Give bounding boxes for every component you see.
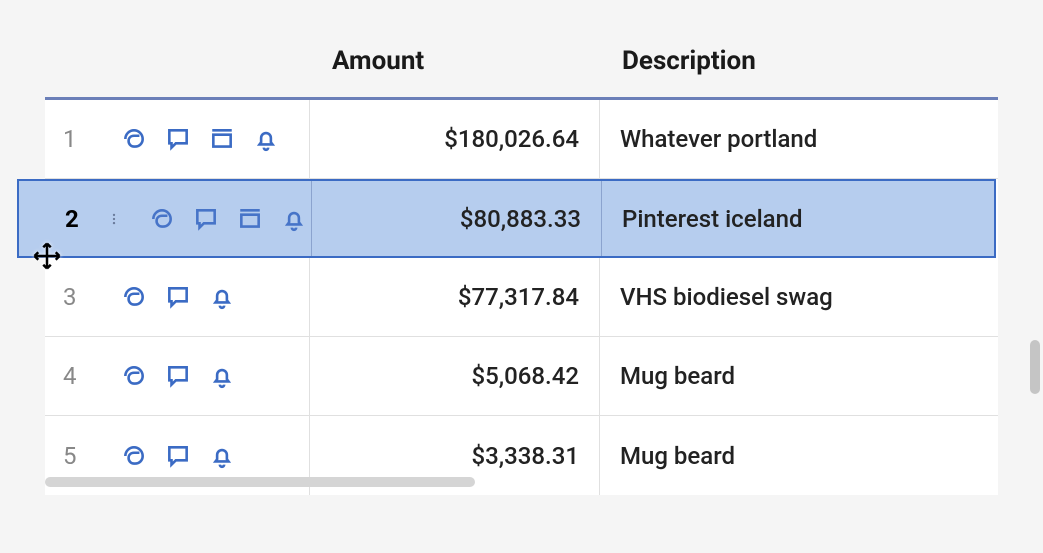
horizontal-scrollbar[interactable] [45,477,475,487]
comment-icon[interactable] [165,443,191,469]
comment-icon[interactable] [165,126,191,152]
bell-icon[interactable] [253,126,279,152]
table-body: 1 $180,026.64Whatever portland 2 $80,883.33… [45,100,998,495]
table-row[interactable]: 1 $180,026.64Whatever portland [45,100,998,179]
description-cell[interactable]: Whatever portland [600,100,998,178]
row-number: 2 [65,205,95,233]
attach-icon[interactable] [121,126,147,152]
row-handle[interactable]: 3 [45,258,310,336]
description-cell[interactable]: Mug beard [600,337,998,415]
description-cell[interactable]: Mug beard [600,416,998,495]
attach-icon[interactable] [121,443,147,469]
row-icons [121,363,235,389]
attach-icon[interactable] [121,363,147,389]
archive-icon[interactable] [209,126,235,152]
row-number: 3 [63,283,93,311]
row-number: 1 [63,125,93,153]
row-icons [121,443,235,469]
comment-icon[interactable] [165,284,191,310]
row-icons [149,206,307,232]
header-amount[interactable]: Amount [310,25,600,97]
amount-cell[interactable]: $5,068.42 [310,337,600,415]
description-cell[interactable]: VHS biodiesel swag [600,258,998,336]
row-handle[interactable]: 2 [19,181,312,256]
table-row[interactable]: 4 $5,068.42Mug beard [45,337,998,416]
archive-icon[interactable] [237,206,263,232]
header-empty [45,25,310,97]
bell-icon[interactable] [281,206,307,232]
amount-cell[interactable]: $180,026.64 [310,100,600,178]
move-cursor-icon [32,241,62,271]
row-handle[interactable]: 4 [45,337,310,415]
amount-cell[interactable]: $77,317.84 [310,258,600,336]
row-handle[interactable]: 1 [45,100,310,178]
row-number: 5 [63,442,93,470]
table-row[interactable]: 3 $77,317.84VHS biodiesel swag [45,258,998,337]
amount-cell[interactable]: $80,883.33 [312,181,602,256]
row-number: 4 [63,362,93,390]
drag-handle-icon[interactable] [107,207,121,231]
attach-icon[interactable] [121,284,147,310]
comment-icon[interactable] [193,206,219,232]
row-icons [121,126,279,152]
header-description[interactable]: Description [600,25,998,97]
table-row[interactable]: 2 $80,883.33Pinterest iceland [17,179,996,258]
bell-icon[interactable] [209,284,235,310]
description-cell[interactable]: Pinterest iceland [602,181,994,256]
attach-icon[interactable] [149,206,175,232]
comment-icon[interactable] [165,363,191,389]
bell-icon[interactable] [209,443,235,469]
bell-icon[interactable] [209,363,235,389]
table-header: Amount Description [45,25,998,100]
vertical-scrollbar[interactable] [1030,340,1040,394]
row-icons [121,284,235,310]
